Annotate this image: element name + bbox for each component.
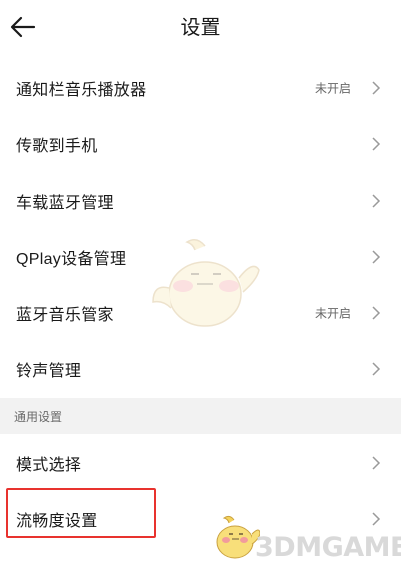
chevron-right-icon bbox=[372, 456, 381, 470]
setting-label: 蓝牙音乐管家 bbox=[16, 307, 114, 324]
setting-ringtones[interactable]: 铃声管理 bbox=[0, 341, 401, 397]
section-title: 通用设置 bbox=[14, 410, 63, 424]
setting-status: 未开启 bbox=[314, 81, 351, 96]
section-header-general: 通用设置 bbox=[0, 398, 401, 434]
page-title: 设置 bbox=[180, 17, 221, 39]
setting-status: 未开启 bbox=[314, 306, 351, 321]
setting-notification-player[interactable]: 通知栏音乐播放器 未开启 bbox=[0, 60, 401, 116]
highlight-box bbox=[6, 488, 156, 538]
setting-car-bluetooth[interactable]: 车载蓝牙管理 bbox=[0, 173, 401, 229]
setting-label: QPlay设备管理 bbox=[16, 251, 127, 268]
top-bar: 设置 bbox=[0, 0, 401, 56]
setting-label: 车载蓝牙管理 bbox=[16, 195, 114, 212]
setting-label: 模式选择 bbox=[16, 457, 82, 474]
mascot-watermark-icon bbox=[152, 239, 260, 327]
chevron-right-icon bbox=[372, 137, 381, 151]
setting-mode-select[interactable]: 模式选择 bbox=[0, 435, 401, 491]
setting-label: 传歌到手机 bbox=[16, 138, 98, 155]
chevron-right-icon bbox=[372, 512, 381, 526]
chevron-right-icon bbox=[372, 250, 381, 264]
mascot-logo-icon bbox=[216, 515, 260, 559]
watermark-text: 3DMGAME bbox=[255, 532, 401, 563]
setting-label: 铃声管理 bbox=[16, 363, 82, 380]
chevron-right-icon bbox=[372, 306, 381, 320]
setting-label: 通知栏音乐播放器 bbox=[16, 82, 147, 99]
chevron-right-icon bbox=[372, 362, 381, 376]
chevron-right-icon bbox=[372, 194, 381, 208]
setting-transfer-songs[interactable]: 传歌到手机 bbox=[0, 116, 401, 172]
chevron-right-icon bbox=[372, 81, 381, 95]
